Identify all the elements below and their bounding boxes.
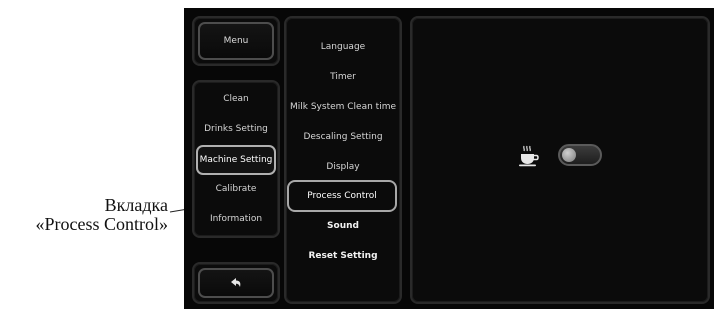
setting-reset[interactable]: Reset Setting xyxy=(286,249,400,263)
category-panel: Clean Drinks Setting Machine Setting Cal… xyxy=(192,80,280,238)
setting-process-control[interactable]: Process Control xyxy=(287,180,397,212)
coffee-cup-icon xyxy=(519,145,539,167)
back-arrow-icon xyxy=(231,278,241,287)
setting-sound-label: Sound xyxy=(327,221,359,231)
setting-sound[interactable]: Sound xyxy=(286,219,400,233)
setting-process-control-text: Process Control xyxy=(289,189,395,203)
category-information-label: Information xyxy=(209,214,263,224)
category-calibrate-label: Calibrate xyxy=(215,184,257,194)
setting-reset-label: Reset Setting xyxy=(308,251,378,261)
category-clean-label: Clean xyxy=(223,94,249,104)
setting-display-label: Display xyxy=(326,162,360,172)
setting-display[interactable]: Display xyxy=(286,160,400,174)
menu-button-label: Menu xyxy=(223,36,249,46)
menu-panel: Menu xyxy=(192,16,280,66)
setting-language[interactable]: Language xyxy=(286,40,400,54)
category-machine-setting-label: Machine Setting xyxy=(199,155,273,165)
machine-screen: Menu Clean Drinks Setting Machine Settin… xyxy=(184,8,714,309)
category-clean[interactable]: Clean xyxy=(194,94,278,104)
setting-descaling[interactable]: Descaling Setting xyxy=(286,130,400,144)
setting-timer-label: Timer xyxy=(330,72,356,82)
category-calibrate[interactable]: Calibrate xyxy=(194,184,278,194)
category-drinks-setting[interactable]: Drinks Setting xyxy=(194,124,278,134)
process-control-toggle[interactable] xyxy=(558,144,602,166)
category-drinks-setting-label: Drinks Setting xyxy=(204,124,268,134)
setting-milk-system-clean-time-label: Milk System Clean time xyxy=(290,102,396,112)
setting-process-control-label: Process Control xyxy=(307,191,377,201)
back-button[interactable] xyxy=(198,268,274,298)
setting-descaling-label: Descaling Setting xyxy=(303,132,383,142)
category-machine-setting[interactable]: Machine Setting xyxy=(196,145,276,175)
setting-milk-system-clean-time[interactable]: Milk System Clean time xyxy=(286,100,400,114)
setting-timer[interactable]: Timer xyxy=(286,70,400,84)
back-panel xyxy=(192,262,280,304)
toggle-knob[interactable] xyxy=(562,148,576,162)
setting-language-label: Language xyxy=(320,42,366,52)
settings-panel: Language Timer Milk System Clean time De… xyxy=(284,16,402,304)
menu-button[interactable]: Menu xyxy=(198,22,274,60)
category-information[interactable]: Information xyxy=(194,214,278,224)
